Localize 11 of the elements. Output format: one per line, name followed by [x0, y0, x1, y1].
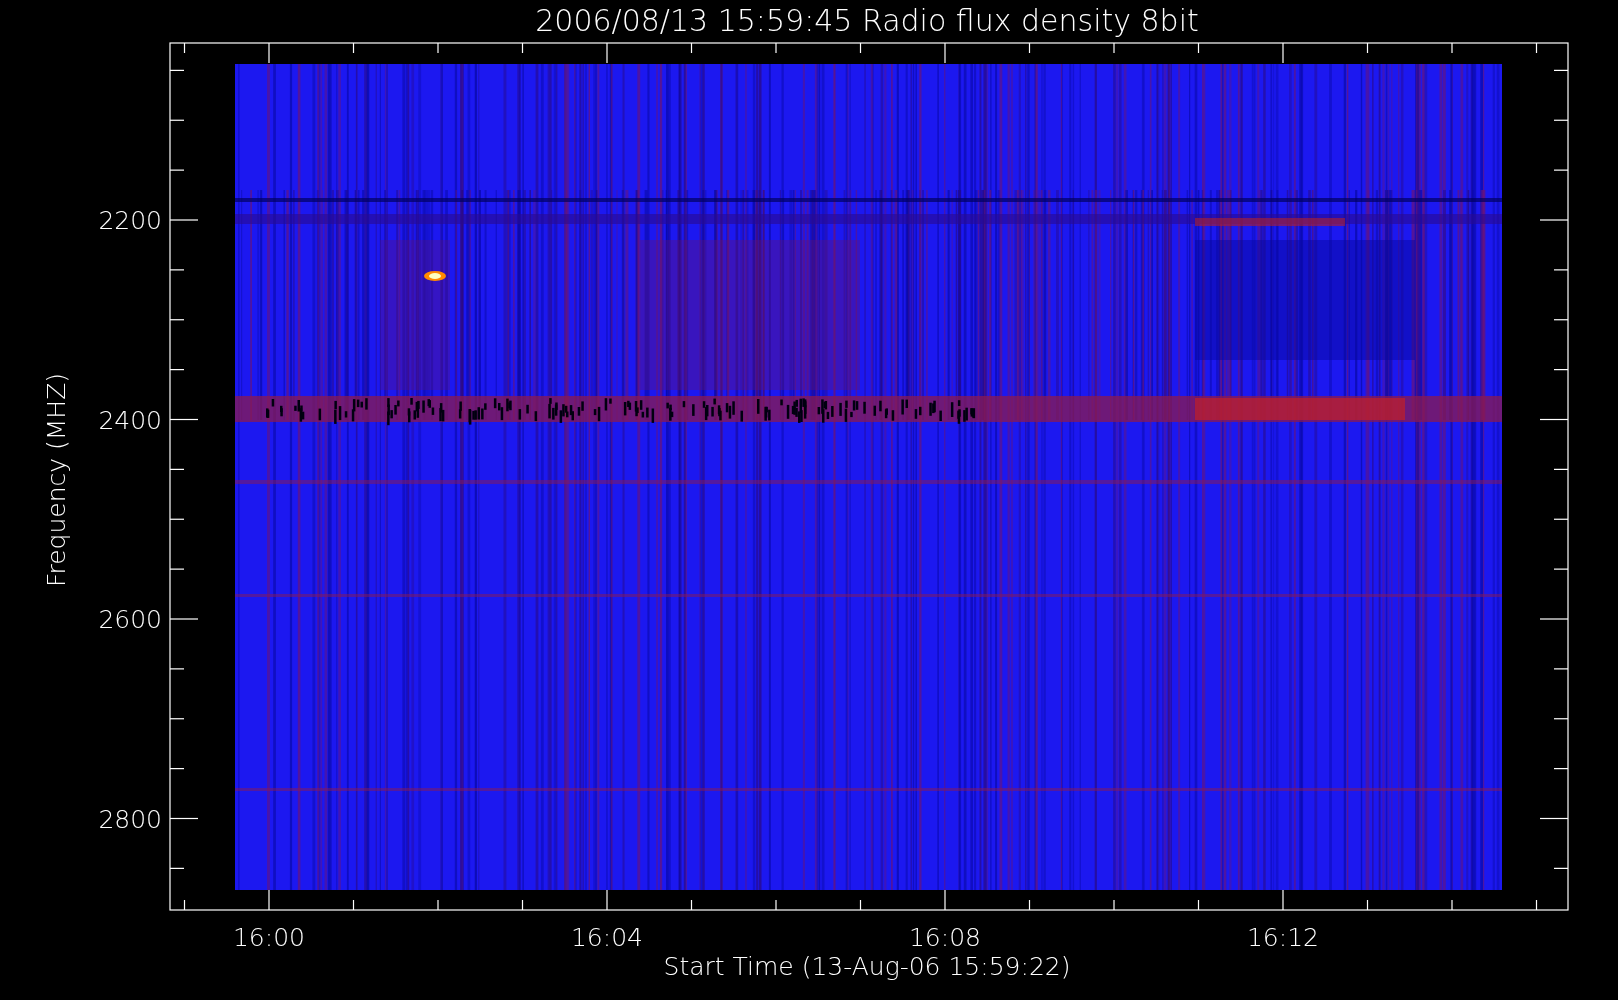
x-axis-label: Start Time (13-Aug-06 15:59:22) — [663, 952, 1071, 981]
y-tick-label: 2600 — [98, 605, 162, 634]
x-tick-label: 16:08 — [909, 923, 981, 952]
y-tick-label: 2400 — [98, 405, 162, 435]
x-tick-label: 16:12 — [1247, 923, 1319, 952]
x-tick-label: 16:04 — [571, 923, 643, 952]
y-axis-label: Frequency (MHZ) — [42, 372, 71, 588]
x-tick-label: 16:00 — [233, 923, 305, 952]
y-tick-label: 2800 — [98, 804, 162, 834]
y-tick-label: 2200 — [98, 206, 162, 235]
plot-title: 2006/08/13 15:59:45 Radio flux density 8bit — [535, 3, 1199, 38]
